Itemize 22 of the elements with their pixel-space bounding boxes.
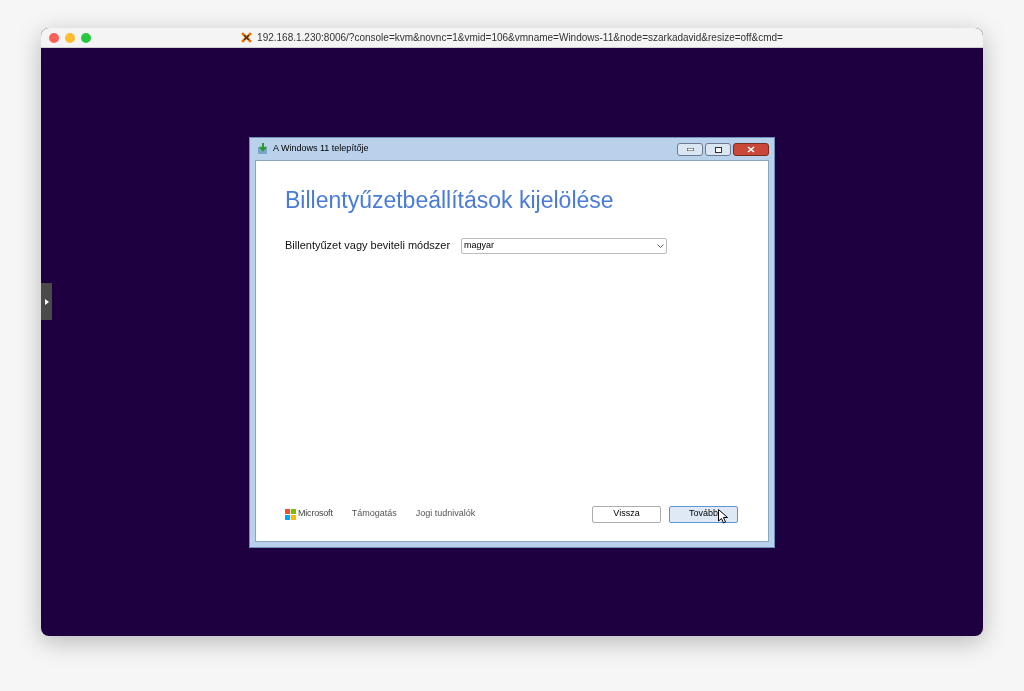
microsoft-logo-icon: [285, 508, 296, 520]
minimize-icon: [686, 148, 694, 151]
footer-link[interactable]: Jogi tudnivalók: [415, 507, 476, 521]
window-title: A Windows 11 telepítője: [273, 141, 369, 155]
field-label: Billentyűzet vagy beviteli módszer: [285, 237, 452, 253]
setup-icon: [257, 142, 269, 155]
x-logo-icon: [241, 32, 253, 43]
sidebar-toggle[interactable]: [41, 283, 52, 320]
dialog-button[interactable]: Vissza: [592, 505, 661, 523]
page-address: 192.168.1.230:8006/?console=kvm&novnc=1&vmid=106&vmname=Windows-11&node=szarkadavid&resize=off&cmd=: [257, 31, 783, 45]
maximize-button[interactable]: [705, 143, 731, 156]
close-button[interactable]: [733, 143, 769, 156]
footer-link[interactable]: Támogatás: [351, 507, 397, 521]
page-heading: Billentyűzetbeállítások kijelölése: [285, 188, 615, 212]
maximize-icon: [714, 146, 722, 153]
mouse-pointer-icon: [718, 508, 729, 524]
chevron-down-icon: [657, 243, 664, 248]
dialog-button[interactable]: Tovább: [669, 505, 738, 523]
keyboard-dropdown[interactable]: magyar: [461, 237, 667, 254]
close-icon: [747, 146, 755, 153]
brand-name: Microsoft: [298, 507, 333, 521]
play-icon: [44, 298, 49, 305]
